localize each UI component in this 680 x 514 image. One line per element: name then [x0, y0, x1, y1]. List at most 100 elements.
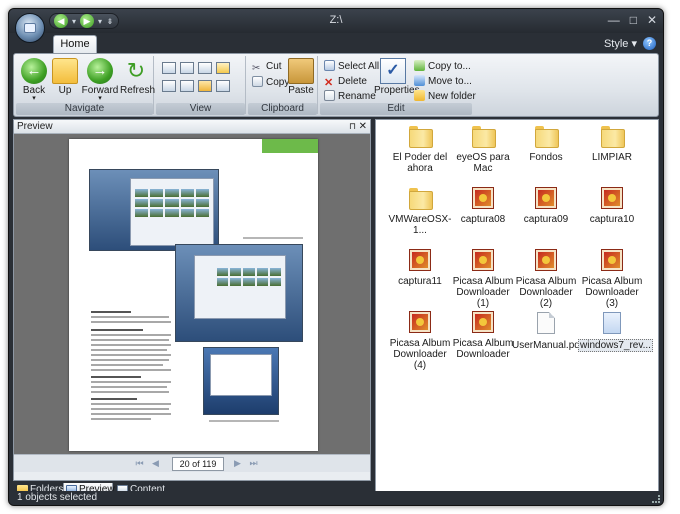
- details-view-icon[interactable]: [180, 80, 194, 92]
- pin-icon[interactable]: ⊓: [349, 120, 356, 133]
- previous-page-icon[interactable]: ◀: [150, 458, 161, 469]
- close-icon[interactable]: ✕: [647, 13, 657, 27]
- file-item[interactable]: Picasa Album Downloader (3): [578, 250, 646, 309]
- image-file-icon: [473, 188, 493, 208]
- text-line: [91, 359, 169, 361]
- file-item[interactable]: Picasa Album Downloader (1): [449, 250, 517, 309]
- up-label: Up: [58, 85, 72, 96]
- file-name: Picasa Album Downloader (1): [452, 276, 514, 309]
- content-view-icon[interactable]: [216, 80, 230, 92]
- file-name: Picasa Album Downloader (2): [515, 276, 577, 309]
- list-view-icon[interactable]: [162, 80, 176, 92]
- file-name: Fondos: [529, 152, 563, 163]
- screenshot-dialog: [210, 354, 272, 396]
- copy-to-icon: [414, 60, 425, 71]
- text-line: [91, 329, 143, 331]
- image-file-icon: [602, 250, 622, 270]
- new-folder-button[interactable]: New folder: [414, 90, 476, 104]
- text-line: [91, 334, 171, 336]
- forward-arrow-icon: →: [87, 58, 113, 84]
- move-to-icon: [414, 75, 425, 86]
- file-item[interactable]: Fondos: [512, 126, 580, 163]
- properties-button[interactable]: ✓ Properties: [374, 58, 420, 96]
- minimize-icon[interactable]: —: [608, 13, 620, 27]
- text-line: [91, 403, 171, 405]
- folder-icon: [535, 126, 559, 148]
- text-line: [91, 398, 137, 400]
- file-item[interactable]: captura10: [578, 188, 646, 225]
- application-menu-button[interactable]: [15, 13, 45, 43]
- refresh-button[interactable]: ↻ Refresh: [120, 58, 155, 96]
- image-caption: [243, 237, 303, 239]
- first-page-icon[interactable]: ⏮: [134, 458, 145, 469]
- image-file-icon: [602, 188, 622, 208]
- file-item[interactable]: windows7_rev...: [578, 312, 653, 352]
- rename-button[interactable]: Rename: [324, 90, 376, 104]
- screenshot-window: [194, 255, 286, 319]
- resize-grip-icon[interactable]: [652, 495, 660, 503]
- next-page-icon[interactable]: ▶: [232, 458, 243, 469]
- text-line: [91, 344, 171, 346]
- new-folder-icon: [414, 90, 425, 101]
- large-icons-icon[interactable]: [180, 62, 194, 74]
- file-item[interactable]: captura09: [512, 188, 580, 225]
- up-button[interactable]: Up: [51, 58, 79, 96]
- medium-icons-icon[interactable]: [198, 62, 212, 74]
- paste-label: Paste: [288, 85, 314, 96]
- cut-button[interactable]: ✂ Cut: [252, 60, 282, 74]
- copy-button[interactable]: Copy: [252, 76, 289, 90]
- tiles-view-icon[interactable]: [198, 80, 212, 92]
- screenshot-window: [130, 178, 214, 246]
- view-group: View: [156, 56, 246, 115]
- folder-icon: [601, 126, 625, 148]
- maximize-icon[interactable]: □: [630, 13, 637, 27]
- title-bar: ◀ ▾ ▶ ▾ ⇟ Z:\ — □ ✕: [9, 9, 663, 33]
- file-name: eyeOS para Mac: [456, 152, 510, 174]
- file-item[interactable]: El Poder del ahora: [386, 126, 454, 174]
- clipboard-group: ✂ Cut Copy Paste Clipboard: [248, 56, 318, 115]
- last-page-icon[interactable]: ⏭: [248, 458, 259, 469]
- small-icons-icon[interactable]: [216, 62, 230, 74]
- navigate-group: ← Back ▾ Up → Forward ▾ ↻ Refresh Naviga…: [16, 56, 155, 115]
- image-caption: [209, 420, 279, 422]
- file-item[interactable]: UserManual.pdf: [512, 312, 583, 351]
- file-name: Picasa Album Downloader (3): [581, 276, 643, 309]
- file-item[interactable]: captura08: [449, 188, 517, 225]
- navigate-group-label: Navigate: [16, 103, 153, 115]
- file-name: LIMPIAR: [591, 152, 632, 163]
- file-item[interactable]: Picasa Album Downloader (4): [386, 312, 454, 371]
- cut-label: Cut: [266, 61, 282, 72]
- style-menu[interactable]: Style ▾: [604, 37, 637, 50]
- text-line: [91, 316, 169, 318]
- file-item[interactable]: Picasa Album Downloader (2): [512, 250, 580, 309]
- text-line: [91, 321, 171, 323]
- delete-button[interactable]: ✕ Delete: [324, 75, 367, 89]
- edit-group: Select All ✕ Delete Rename ✓ Properties C…: [320, 56, 476, 115]
- file-item[interactable]: VMWareOSX-1...: [386, 188, 454, 236]
- text-line: [91, 311, 131, 313]
- screenshot-image-1: [89, 169, 219, 251]
- page-indicator[interactable]: 20 of 119: [172, 457, 224, 471]
- forward-button[interactable]: → Forward ▾: [80, 58, 120, 102]
- edit-group-label: Edit: [320, 103, 472, 115]
- paste-button[interactable]: Paste: [286, 58, 316, 96]
- tab-home[interactable]: Home: [53, 35, 97, 53]
- screenshot-image-3: [203, 347, 279, 415]
- document-viewer[interactable]: [14, 134, 370, 454]
- image-file-icon: [410, 250, 430, 270]
- file-item[interactable]: captura11: [386, 250, 454, 287]
- file-list[interactable]: El Poder del ahora eyeOS para Mac Fondos LI…: [375, 119, 659, 495]
- move-to-button[interactable]: Move to...: [414, 75, 472, 89]
- close-icon[interactable]: ✕: [359, 120, 367, 133]
- preview-pane: Preview ⊓ ✕ ⏮ ◀ 20 of 119 ▶ ⏭: [13, 119, 371, 481]
- copy-to-button[interactable]: Copy to...: [414, 60, 471, 74]
- file-item[interactable]: LIMPIAR: [578, 126, 646, 163]
- select-all-button[interactable]: Select All: [324, 60, 379, 74]
- help-icon[interactable]: ?: [643, 37, 656, 50]
- back-button[interactable]: ← Back ▾: [19, 58, 49, 102]
- file-item[interactable]: Picasa Album Downloader: [449, 312, 517, 360]
- up-folder-icon: [52, 58, 78, 84]
- file-name: captura11: [398, 276, 442, 287]
- file-item[interactable]: eyeOS para Mac: [449, 126, 517, 174]
- extra-large-icons-icon[interactable]: [162, 62, 176, 74]
